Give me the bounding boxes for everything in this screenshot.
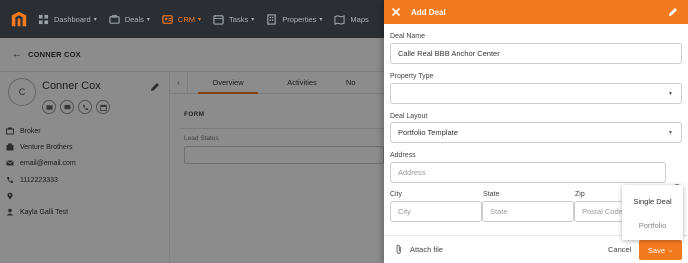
property-type-label: Property Type bbox=[390, 73, 434, 80]
crm-icon bbox=[162, 14, 173, 24]
chevron-down-icon: ▾ bbox=[198, 16, 202, 23]
property-type-select[interactable]: ▼ bbox=[390, 83, 682, 104]
deal-name-label: Deal Name bbox=[390, 33, 426, 40]
state-input[interactable]: State bbox=[482, 201, 574, 222]
chevron-down-icon: ▾ bbox=[146, 16, 150, 23]
zip-label: Zip bbox=[575, 191, 585, 198]
address-label: Address bbox=[390, 152, 416, 159]
save-option-single-deal[interactable]: Single Deal bbox=[622, 197, 683, 206]
paperclip-icon bbox=[396, 244, 401, 254]
city-input[interactable]: City bbox=[390, 201, 482, 222]
deals-icon bbox=[109, 14, 120, 24]
nav-properties[interactable]: Properties ▾ bbox=[266, 13, 323, 25]
nav-maps[interactable]: Maps bbox=[334, 14, 369, 25]
nav-tasks-label: Tasks bbox=[229, 14, 249, 24]
city-placeholder: City bbox=[398, 207, 411, 216]
modal-title: Add Deal bbox=[411, 7, 446, 17]
nav-dashboard[interactable]: Dashboard ▾ bbox=[38, 14, 97, 25]
attach-file-button[interactable]: Attach file bbox=[394, 244, 443, 255]
attach-file-label: Attach file bbox=[410, 245, 443, 254]
state-label: State bbox=[483, 191, 500, 198]
nav-deals[interactable]: Deals ▾ bbox=[109, 14, 150, 25]
caret-down-icon: ▼ bbox=[668, 130, 673, 136]
deal-layout-label: Deal Layout bbox=[390, 113, 428, 120]
deal-layout-select[interactable]: Portfolio Template ▼ bbox=[390, 122, 682, 143]
chevron-down-icon: ▾ bbox=[319, 16, 323, 23]
save-button[interactable]: Save ⌄ bbox=[639, 240, 682, 260]
zip-placeholder: Postal Code bbox=[582, 207, 623, 216]
save-label: Save bbox=[647, 245, 666, 255]
save-options-dropdown: Single Deal Portfolio bbox=[622, 185, 683, 240]
modal-backdrop[interactable] bbox=[0, 38, 384, 263]
app-logo-icon[interactable] bbox=[10, 10, 28, 28]
deal-name-value: Calle Real BBB Anchor Center bbox=[398, 49, 500, 58]
nav-properties-label: Properties bbox=[282, 14, 317, 24]
deal-layout-value: Portfolio Template bbox=[398, 128, 458, 137]
properties-icon bbox=[267, 13, 276, 25]
caret-down-icon: ▼ bbox=[668, 91, 673, 97]
nav-deals-label: Deals bbox=[124, 14, 144, 24]
nav-maps-label: Maps bbox=[350, 14, 369, 24]
maps-icon bbox=[334, 14, 346, 25]
deal-name-input[interactable]: Calle Real BBB Anchor Center bbox=[390, 43, 682, 64]
close-icon[interactable] bbox=[391, 7, 401, 17]
chevron-down-icon: ▾ bbox=[93, 16, 97, 23]
edit-pencil-icon[interactable] bbox=[668, 7, 678, 17]
cancel-button[interactable]: Cancel bbox=[608, 245, 631, 254]
nav-crm-label: CRM bbox=[177, 14, 196, 24]
dashboard-icon bbox=[38, 14, 49, 24]
tasks-icon bbox=[213, 14, 224, 25]
state-placeholder: State bbox=[490, 207, 508, 216]
chevron-down-icon: ▾ bbox=[251, 16, 255, 23]
nav-tasks[interactable]: Tasks ▾ bbox=[213, 14, 254, 25]
address-input[interactable]: Address bbox=[390, 162, 666, 183]
nav-dashboard-label: Dashboard bbox=[54, 14, 91, 24]
modal-header: Add Deal bbox=[384, 0, 688, 24]
save-option-portfolio[interactable]: Portfolio bbox=[622, 221, 683, 230]
city-label: City bbox=[390, 191, 403, 198]
chevron-down-icon[interactable]: ⌄ bbox=[668, 247, 673, 254]
nav-crm[interactable]: CRM ▾ bbox=[162, 14, 201, 25]
address-placeholder: Address bbox=[398, 168, 426, 177]
